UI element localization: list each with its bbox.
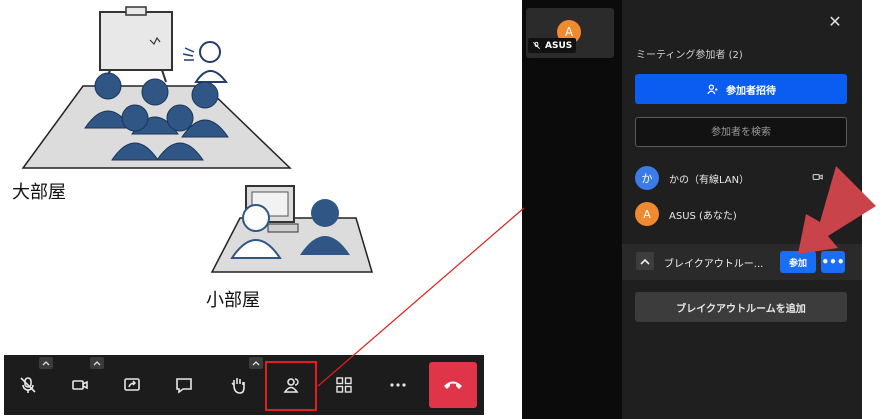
grid-view-button[interactable]	[322, 363, 366, 407]
participant-name: ASUS (あなた)	[669, 210, 737, 222]
participant-name: かの（有線LAN）	[669, 174, 750, 186]
chevron-up-icon	[93, 361, 101, 366]
hangup-button[interactable]	[429, 362, 477, 408]
raise-hand-button[interactable]	[216, 363, 260, 407]
presenter-figure	[182, 41, 228, 83]
add-breakout-room-button[interactable]: ブレイクアウトルームを追加	[635, 292, 847, 322]
small-room-label: 小部屋	[206, 290, 260, 311]
avatar: A	[635, 202, 659, 226]
camera-options-caret[interactable]	[90, 357, 104, 369]
close-panel-button[interactable]: ✕	[826, 11, 844, 31]
camera-off-icon	[812, 174, 823, 180]
big-room-label: 大部屋	[12, 182, 66, 203]
room-diagram	[21, 6, 374, 273]
page-edge	[862, 0, 884, 419]
participant-row[interactable]: A ASUS (あなた)	[635, 201, 850, 227]
mic-muted-icon	[835, 172, 845, 182]
whiteboard	[99, 6, 173, 83]
breakout-room-name: ブレイクアウトルー...	[664, 259, 764, 270]
reactions-options-caret[interactable]	[249, 357, 263, 369]
panel-title: ミーティング参加者 (2)	[636, 50, 743, 61]
chat-icon	[176, 378, 192, 394]
meeting-toolbar	[4, 355, 484, 415]
mic-options-caret[interactable]	[39, 357, 53, 369]
invite-label: 参加者招待	[726, 85, 776, 97]
participants-highlight	[265, 361, 317, 411]
join-breakout-button[interactable]: 参加	[780, 251, 816, 273]
avatar: か	[635, 166, 659, 190]
video-tile-label: ASUS	[528, 38, 577, 53]
camera-button[interactable]	[58, 363, 102, 407]
hangup-icon	[444, 381, 462, 389]
participant-status-icons	[812, 171, 846, 183]
video-tile-name: ASUS	[545, 40, 573, 51]
chevron-up-icon	[252, 361, 260, 366]
share-screen-icon	[124, 378, 140, 391]
collapse-breakout-button[interactable]	[636, 252, 654, 270]
participant-row[interactable]: か かの（有線LAN）	[635, 165, 850, 191]
share-screen-button[interactable]	[110, 363, 154, 407]
more-icon	[390, 383, 406, 387]
more-options-button[interactable]	[376, 363, 420, 407]
chevron-up-icon	[640, 258, 650, 265]
chat-button[interactable]	[162, 363, 206, 407]
camera-icon	[72, 380, 88, 390]
mic-muted-icon	[533, 41, 540, 49]
grid-view-icon	[336, 377, 352, 393]
close-icon: ✕	[828, 11, 842, 31]
raise-hand-icon	[231, 378, 245, 394]
mic-button[interactable]	[6, 363, 50, 407]
mic-muted-icon	[20, 377, 36, 393]
participant-search-input[interactable]	[635, 117, 847, 147]
video-strip	[522, 0, 622, 419]
add-person-icon	[707, 84, 718, 95]
invite-participants-button[interactable]: 参加者招待	[635, 74, 847, 104]
breakout-more-button[interactable]: •••	[821, 251, 845, 273]
chevron-up-icon	[42, 361, 50, 366]
